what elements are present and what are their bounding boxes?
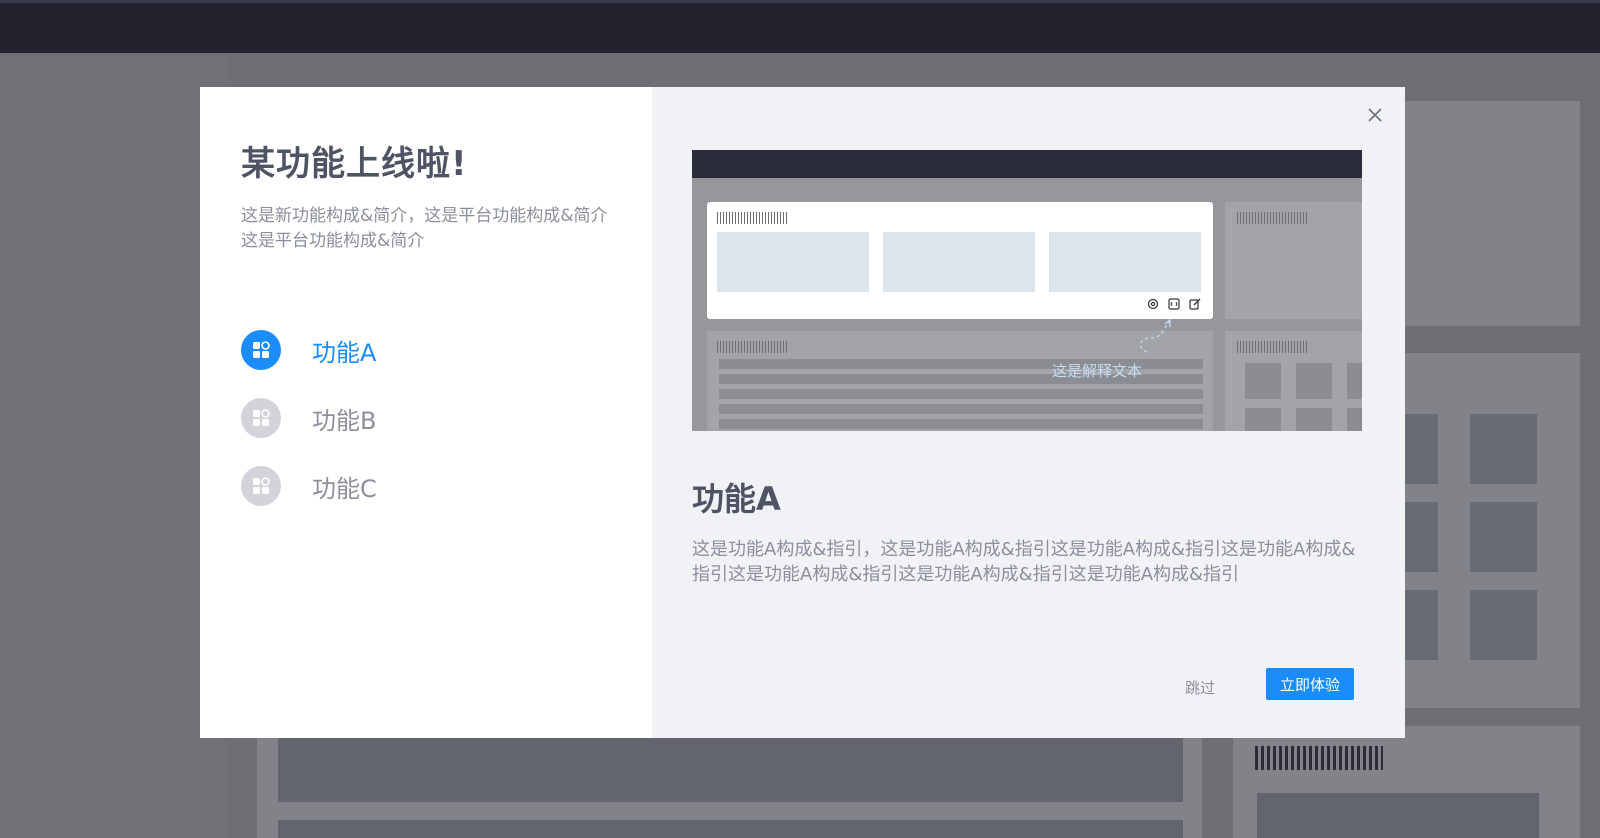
feature-item-c[interactable]: 功能C: [241, 466, 652, 506]
apps-icon: [241, 330, 281, 370]
modal-subtitle: 这是新功能构成&简介，这是平台功能构成&简介这是平台功能构成&简介: [241, 206, 608, 251]
modal-title: 某功能上线啦!: [241, 144, 468, 184]
close-icon: [1368, 108, 1382, 122]
preview-row: [719, 404, 1203, 414]
preview-tile: [1245, 408, 1281, 431]
settings-icon: [1147, 298, 1159, 310]
modal-left-panel: 某功能上线啦! 这是新功能构成&简介，这是平台功能构成&简介这是平台功能构成&简…: [200, 87, 652, 738]
preview-row: [719, 419, 1203, 429]
preview-block: [883, 232, 1035, 292]
preview-tile: [1296, 363, 1332, 399]
feature-label: 功能A: [312, 338, 377, 367]
preview-card: [1225, 202, 1362, 319]
bg-barcode: [1255, 746, 1383, 770]
try-now-button[interactable]: 立即体验: [1266, 668, 1354, 700]
close-button[interactable]: [1363, 103, 1387, 127]
preview-tile: [1347, 363, 1362, 399]
apps-icon: [241, 398, 281, 438]
preview-barcode: [1237, 341, 1307, 353]
preview-barcode: [1237, 212, 1307, 224]
annotation-arrow-icon: [1140, 318, 1171, 353]
bg-tile: [1405, 590, 1438, 660]
feature-label: 功能B: [312, 406, 377, 435]
preview-barcode: [717, 341, 787, 353]
preview-block: [717, 232, 869, 292]
feature-item-a[interactable]: 功能A: [241, 330, 652, 370]
preview-row: [719, 389, 1203, 399]
bg-tile: [1470, 414, 1537, 484]
feature-list: 功能A 功能B 功能C: [241, 330, 652, 506]
feature-intro-modal: 某功能上线啦! 这是新功能构成&简介，这是平台功能构成&简介这是平台功能构成&简…: [200, 87, 1405, 738]
bg-tile: [1470, 502, 1537, 572]
bg-tile: [1470, 590, 1537, 660]
bg-tile: [1405, 414, 1438, 484]
selected-feature-description: 这是功能A构成&指引，这是功能A构成&指引这是功能A构成&指引这是功能A构成&指…: [692, 539, 1356, 585]
preview-annotation: 这是解释文本: [1052, 362, 1143, 380]
selected-feature-title: 功能A: [692, 480, 781, 518]
bg-card: [278, 738, 1183, 802]
app-sidebar: [0, 53, 227, 838]
feature-label: 功能C: [312, 474, 377, 503]
modal-right-panel: 这是解释文本 功能A 这是功能A构成&指引，这是功能A构成&指引这是功能A构成&…: [652, 87, 1405, 738]
preview-block: [1049, 232, 1201, 292]
apps-icon: [241, 466, 281, 506]
preview-tile: [1245, 363, 1281, 399]
bg-tile: [1405, 502, 1438, 572]
edit-icon: [1189, 298, 1201, 310]
preview-tile: [1296, 408, 1332, 431]
preview-barcode: [717, 212, 787, 224]
skip-button[interactable]: 跳过: [1185, 677, 1215, 698]
bg-card: [1400, 101, 1580, 326]
preview-tile: [1347, 408, 1362, 431]
code-icon: [1168, 298, 1180, 310]
bg-card: [278, 820, 1183, 838]
preview-highlight-card: [707, 202, 1213, 319]
bg-card: [1257, 793, 1539, 838]
feature-item-b[interactable]: 功能B: [241, 398, 652, 438]
preview-topbar: [692, 150, 1362, 178]
app-topbar: [0, 0, 1600, 53]
preview-card: [1225, 331, 1362, 431]
feature-preview-image: 这是解释文本: [692, 150, 1362, 431]
